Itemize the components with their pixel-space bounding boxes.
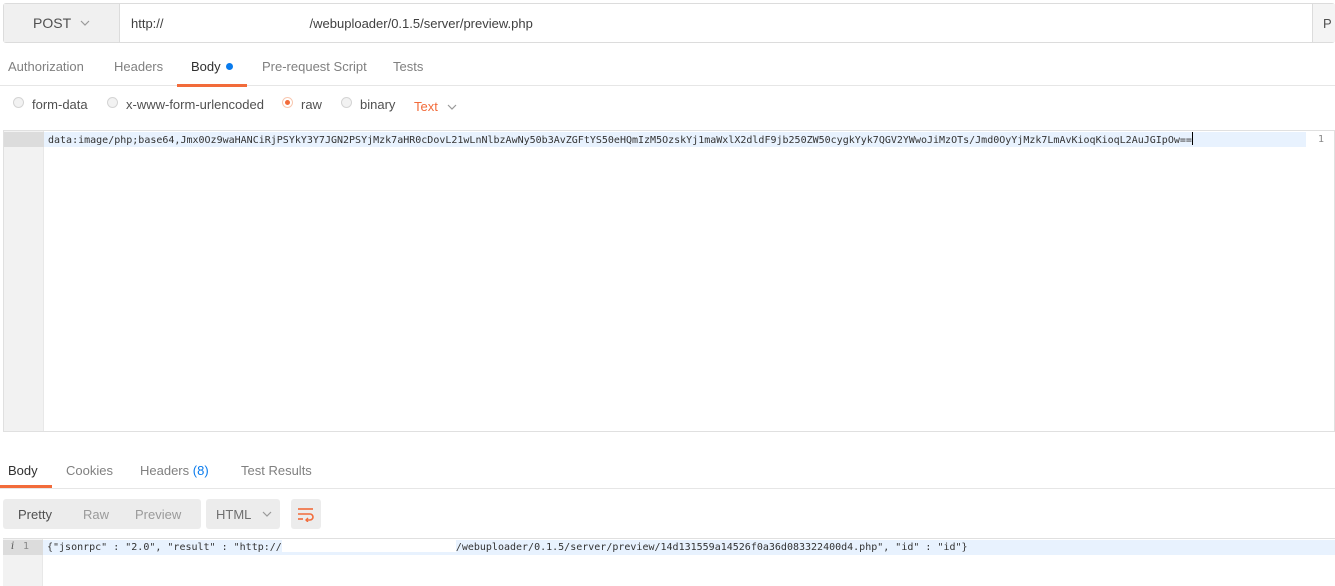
active-tab-indicator [0,485,52,488]
active-gutter-highlight [4,132,44,147]
radio-binary-label: binary [360,97,396,112]
radio-selected-icon [282,97,293,108]
chevron-down-icon [262,511,272,517]
response-format-select[interactable]: HTML [206,499,280,529]
tab-headers-label: Headers [114,59,164,74]
tab-headers[interactable]: Headers [114,59,163,85]
view-mode-segmented: Pretty Raw Preview [3,499,201,529]
response-tabs: Body Cookies Headers (8) Test Results [0,455,1335,489]
radio-form-data[interactable]: form-data [13,97,88,112]
chevron-down-icon [447,104,457,110]
code-line: data:image/php;base64,Jmx0Oz9waHANCiRjPS… [44,132,1306,147]
editor-gutter [4,131,44,431]
view-pretty-button[interactable]: Pretty [18,507,52,522]
resp-tab-headers-label: Headers [140,463,190,478]
tab-pre-request-script[interactable]: Pre-request Script [262,59,367,85]
request-tabs: Authorization Headers Body Pre-request S… [0,52,1335,87]
radio-circle-icon [13,97,24,108]
resp-tab-headers[interactable]: Headers (8) [140,463,209,478]
method-label: POST [33,15,72,31]
wrap-lines-icon [298,508,314,522]
response-format-label: HTML [216,506,252,522]
resp-tab-body-label: Body [8,463,38,478]
radio-form-data-label: form-data [32,97,88,112]
radio-urlencoded[interactable]: x-www-form-urlencoded [107,97,264,112]
line-number: 1 [1317,134,1324,145]
text-cursor [1191,132,1193,145]
url-path: /webuploader/0.1.5/server/preview.php [309,15,533,31]
radio-circle-icon [341,97,352,108]
resp-tab-cookies[interactable]: Cookies [66,463,113,478]
response-line-number: 1 [23,541,30,552]
body-mode-row: form-data x-www-form-urlencoded raw bina… [0,86,1335,126]
code-text: data:image/php;base64,Jmx0Oz9waHANCiRjPS… [48,135,1192,146]
radio-raw[interactable]: raw [282,97,322,112]
tab-authorization[interactable]: Authorization [8,59,84,85]
url-input[interactable]: http:// /webuploader/0.1.5/server/previe… [120,4,1312,42]
radio-raw-label: raw [301,97,322,112]
radio-binary[interactable]: binary [341,97,395,112]
response-code-line: {"jsonrpc" : "2.0", "result" : "http:// /… [43,540,968,555]
radio-urlencoded-label: x-www-form-urlencoded [126,97,264,112]
raw-type-select[interactable]: Text [414,99,458,114]
resp-tab-test-results[interactable]: Test Results [241,463,312,478]
request-body-editor[interactable]: 1 data:image/php;base64,Jmx0Oz9waHANCiRj… [3,130,1335,432]
view-preview-button[interactable]: Preview [135,507,181,522]
tab-tests-label: Tests [393,59,424,74]
tab-tests[interactable]: Tests [393,59,423,85]
tab-body[interactable]: Body [177,59,247,87]
raw-type-label: Text [414,99,438,114]
modified-dot-icon [225,63,233,70]
params-button[interactable]: P [1312,4,1335,42]
resp-tab-test-results-label: Test Results [241,463,312,478]
response-text-prefix: {"jsonrpc" : "2.0", "result" : "http:// [47,542,282,553]
url-prefix: http:// [131,15,164,31]
request-url-bar: POST http:// /webuploader/0.1.5/server/p… [3,3,1335,43]
resp-tab-cookies-label: Cookies [66,463,113,478]
response-redacted-host [281,540,456,552]
headers-count-badge: (8) [192,463,209,478]
resp-tab-body[interactable]: Body [0,463,52,488]
tab-body-label: Body [191,59,221,74]
method-select[interactable]: POST [4,4,120,42]
info-icon: i [11,541,15,552]
tab-authorization-label: Authorization [8,59,84,74]
response-toolbar: Pretty Raw Preview HTML [3,499,603,529]
wrap-lines-button[interactable] [291,499,321,529]
tab-pre-request-label: Pre-request Script [262,59,367,74]
params-button-label: P [1323,15,1332,31]
view-raw-button[interactable]: Raw [83,507,109,522]
response-body-viewer[interactable]: i 1 {"jsonrpc" : "2.0", "result" : "http… [3,538,1335,586]
chevron-down-icon [80,20,90,26]
radio-circle-icon [107,97,118,108]
response-text-suffix: /webuploader/0.1.5/server/preview/14d131… [455,542,968,553]
url-redacted-host [163,16,310,30]
